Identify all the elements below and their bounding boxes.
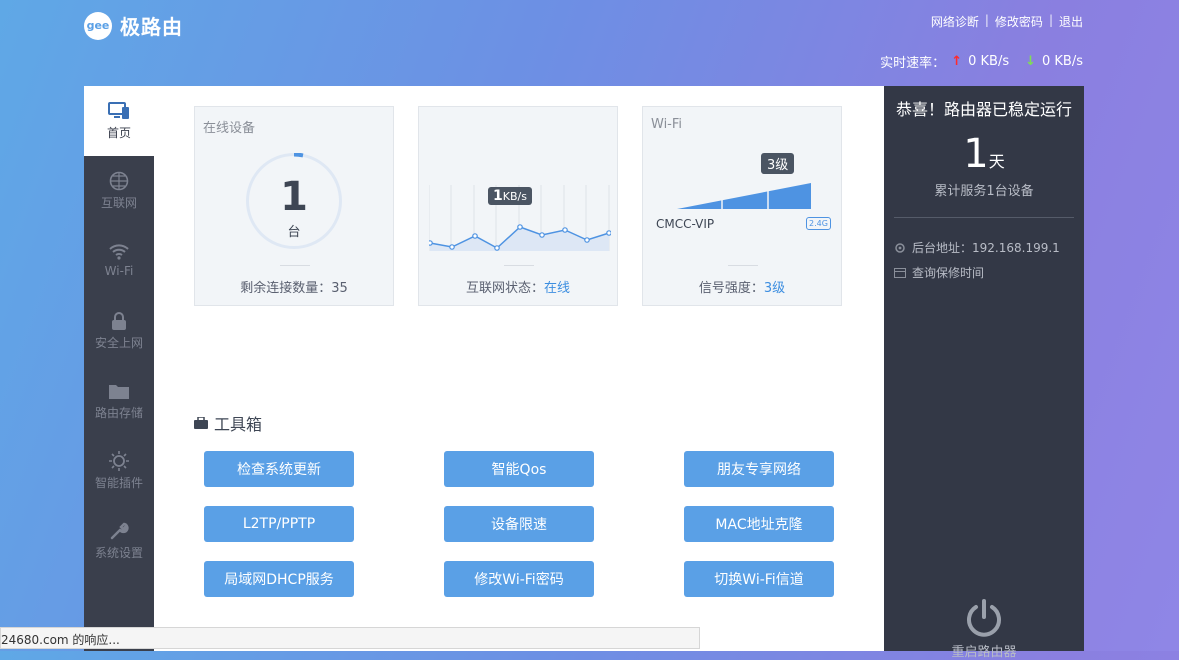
monitor-icon [84,98,154,124]
devices-unit: 台 [287,225,301,240]
switch-wifi-channel-button[interactable]: 切换Wi-Fi信道 [684,561,834,597]
divider [504,265,534,266]
sidebar-item-label: 首页 [106,126,131,140]
internet-status: 互联网状态：在线 [465,281,571,296]
divider [280,265,310,266]
wifi-ssid: CMCC-VIP [656,217,715,231]
divider [894,217,1074,218]
internet-status-value: 在线 [544,281,571,296]
toolbox-icon [194,417,208,429]
lan-dhcp-button[interactable]: 局域网DHCP服务 [204,561,354,597]
smart-qos-button[interactable]: 智能Qos [444,451,594,487]
sidebar-item-label: 系统设置 [94,546,143,560]
remaining-connections: 剩余连接数量：35 [240,281,348,296]
sidebar-item-security[interactable]: 安全上网 [84,296,154,366]
brand-name: 极路由 [120,15,183,39]
wifi-level-tag: 3级 [761,153,795,174]
card-title: Wi-Fi [651,117,683,132]
admin-address: 后台地址：192.168.199.1 [894,239,1060,256]
change-password-link[interactable]: 修改密码 [995,13,1043,30]
sidebar-item-label: 智能插件 [94,476,143,490]
uptime-number: 1 [963,131,989,177]
internet-card[interactable]: 1KB/s 互联网状态：在线 [418,106,618,306]
status-text: 24680.com 的响应... [1,633,120,647]
bulb-icon [84,448,154,474]
signal-strength-bars [677,181,811,211]
card-title: 在线设备 [203,121,256,136]
sidebar-item-internet[interactable]: 互联网 [84,156,154,226]
upload-arrow-icon: ↑ [951,54,963,69]
logo[interactable]: gee 极路由 [84,11,183,40]
signal-strength-value: 3级 [763,281,786,296]
wifi-band-badge: 2.4G [806,217,831,230]
download-arrow-icon: ↓ [1025,54,1036,69]
sidebar: 首页 互联网 Wi-Fi 安全上网 路由存储 智能插件 系统设置 [84,86,154,651]
l2tp-pptp-button[interactable]: L2TP/PPTP [204,506,354,542]
sidebar-item-label: 互联网 [100,196,137,210]
separator: | [984,13,989,27]
toolbox-title: 工具箱 [194,411,262,435]
sidebar-item-settings[interactable]: 系统设置 [84,506,154,576]
wifi-icon [84,238,154,264]
uptime-days: 1天 [884,132,1084,176]
sidebar-item-plugins[interactable]: 智能插件 [84,436,154,506]
devices-served: 累计服务1台设备 [934,184,1034,199]
friend-network-button[interactable]: 朋友专享网络 [684,451,834,487]
top-links: 网络诊断 | 修改密码 | 退出 [931,13,1083,30]
sidebar-item-label: 路由存储 [94,406,143,420]
online-devices-card[interactable]: 在线设备 1 台 剩余连接数量：35 [194,106,394,306]
browser-status-bar: 24680.com 的响应... [0,627,700,649]
wifi-card[interactable]: Wi-Fi 3级 CMCC-VIP 2.4G 信号强度：3级 [642,106,842,306]
check-update-button[interactable]: 检查系统更新 [204,451,354,487]
download-speed: 0 KB/s [1042,54,1083,69]
gear-icon [895,242,905,253]
logout-link[interactable]: 退出 [1059,13,1083,30]
separator: | [1048,13,1053,27]
sidebar-item-label: Wi-Fi [104,264,134,278]
device-speed-limit-button[interactable]: 设备限速 [444,506,594,542]
signal-strength: 信号强度：3级 [698,281,786,296]
logo-badge: gee [84,11,112,40]
change-wifi-password-button[interactable]: 修改Wi-Fi密码 [444,561,594,597]
realtime-speed: 实时速率： ↑ 0 KB/s ↓ 0 KB/s [880,52,1083,71]
mac-clone-button[interactable]: MAC地址克隆 [684,506,834,542]
sidebar-item-storage[interactable]: 路由存储 [84,366,154,436]
warranty-link[interactable]: 查询保修时间 [894,264,984,281]
sidebar-item-label: 安全上网 [94,336,143,350]
status-title: 恭喜！路由器已稳定运行 [895,100,1072,119]
divider [728,265,758,266]
status-panel: 恭喜！路由器已稳定运行 1天 累计服务1台设备 后台地址：192.168.199… [884,86,1084,660]
devices-count: 1 [280,174,308,220]
sidebar-item-wifi[interactable]: Wi-Fi [84,226,154,296]
upload-speed: 0 KB/s [968,54,1010,69]
speed-tag: 1KB/s [488,187,532,205]
network-diagnosis-link[interactable]: 网络诊断 [931,13,979,30]
uptime-unit: 天 [988,152,1005,171]
sidebar-item-home[interactable]: 首页 [84,86,154,156]
wrench-icon [84,518,154,544]
calendar-icon [894,267,906,278]
power-icon[interactable] [964,598,1004,638]
folder-icon [84,378,154,404]
speed-label: 实时速率： [880,56,946,71]
lock-icon [84,308,154,334]
globe-icon [84,168,154,194]
